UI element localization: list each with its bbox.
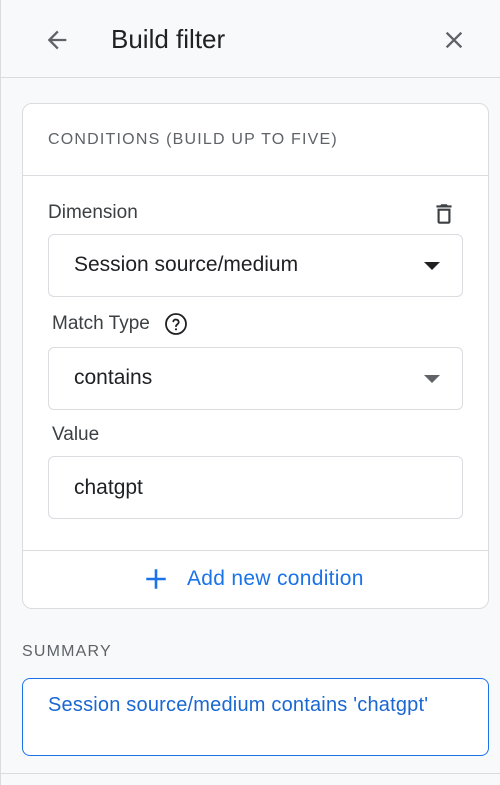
value-input[interactable] — [48, 456, 463, 519]
trash-icon — [436, 204, 452, 224]
dropdown-arrow-icon — [424, 262, 440, 270]
value-label: Value — [52, 424, 100, 445]
conditions-heading: CONDITIONS (BUILD UP TO FIVE) — [48, 131, 338, 148]
conditions-divider-bottom — [23, 550, 488, 551]
help-circle-icon[interactable] — [164, 312, 188, 336]
summary-heading: SUMMARY — [22, 643, 112, 660]
close-button[interactable] — [435, 22, 473, 58]
summary-text: Session source/medium contains 'chatgpt' — [48, 694, 429, 716]
back-button[interactable] — [37, 22, 77, 58]
arrow-back-icon — [47, 30, 67, 50]
add-new-condition-button[interactable]: Add new condition — [143, 559, 403, 599]
match-type-select-value: contains — [74, 366, 153, 389]
bottom-divider — [1, 773, 500, 774]
dimension-label: Dimension — [48, 202, 138, 223]
conditions-divider-top — [23, 175, 488, 176]
dimension-select[interactable]: Session source/medium — [48, 234, 463, 297]
summary-box: Session source/medium contains 'chatgpt' — [22, 678, 489, 756]
panel-header: Build filter — [1, 0, 500, 78]
dimension-select-value: Session source/medium — [74, 253, 299, 276]
close-icon — [445, 31, 463, 49]
delete-condition-button[interactable] — [429, 199, 459, 229]
plus-icon — [146, 569, 166, 589]
match-type-label: Match Type — [52, 313, 150, 334]
page-title: Build filter — [111, 24, 226, 54]
build-filter-panel: Build filter CONDITIONS (BUILD UP TO FIV… — [0, 0, 500, 785]
conditions-card: CONDITIONS (BUILD UP TO FIVE) Dimension … — [22, 103, 489, 609]
dropdown-arrow-icon — [424, 375, 440, 383]
match-type-select[interactable]: contains — [48, 347, 463, 410]
add-new-condition-label: Add new condition — [187, 567, 364, 590]
